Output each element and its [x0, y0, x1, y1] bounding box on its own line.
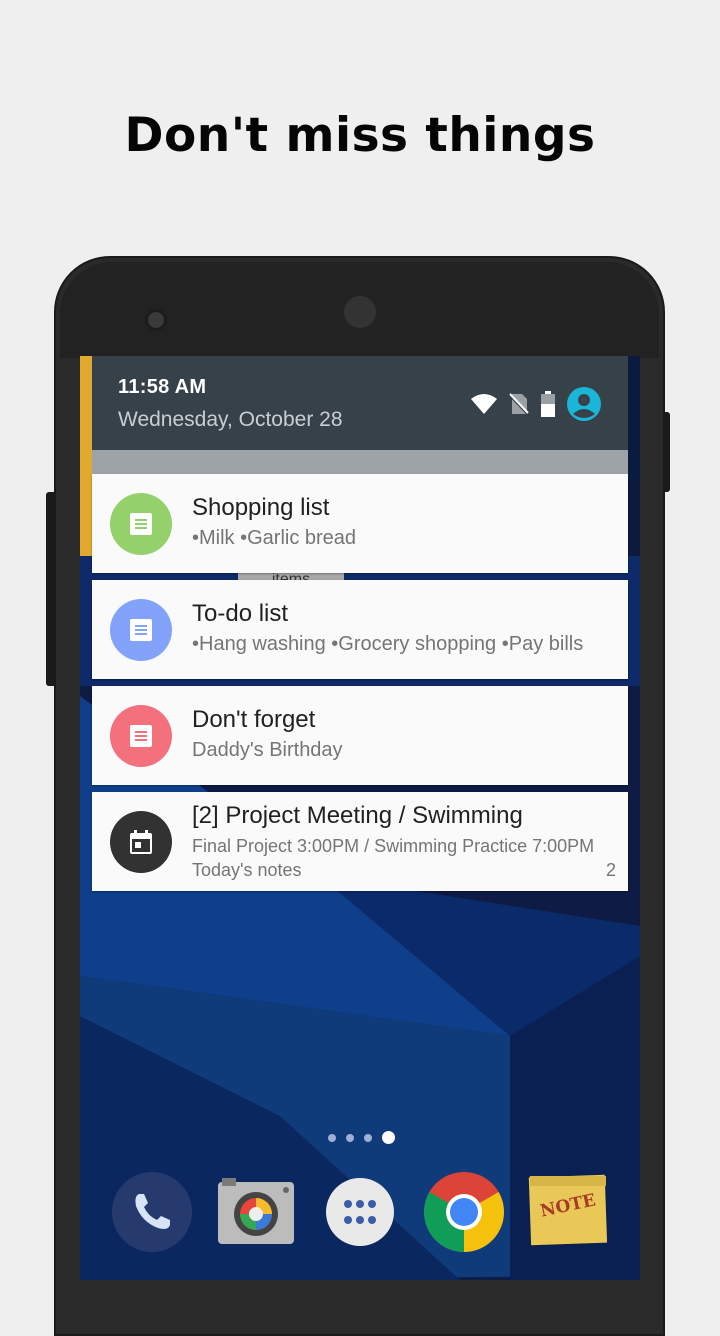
- notification-text: •Milk •Garlic bread: [192, 527, 357, 549]
- page-dot: [346, 1133, 354, 1142]
- page-dot-active: [382, 1131, 395, 1144]
- proximity-sensor: [145, 309, 167, 331]
- page-dot: [328, 1133, 336, 1142]
- status-header: 11:58 AM Wednesday, October 28: [92, 356, 628, 450]
- notification-subtext: Today's notes: [192, 860, 302, 880]
- chrome-icon[interactable]: [424, 1172, 504, 1252]
- page-indicator: [328, 1131, 395, 1144]
- wifi-icon: [470, 393, 498, 420]
- notification-title: [2] Project Meeting / Swimming: [192, 802, 523, 829]
- notification-shopping-list[interactable]: Shopping list •Milk •Garlic bread: [92, 474, 628, 573]
- no-sim-icon: [507, 392, 531, 421]
- front-camera: [344, 296, 376, 328]
- notification-title: Shopping list: [192, 494, 330, 521]
- calendar-icon: [110, 811, 172, 873]
- page-dot: [364, 1133, 372, 1142]
- notification-dont-forget[interactable]: Don't forget Daddy's Birthday: [92, 686, 628, 785]
- note-icon: [110, 599, 172, 661]
- battery-icon: [540, 391, 556, 422]
- note-icon: [110, 705, 172, 767]
- note-app-icon[interactable]: NOTE: [528, 1172, 608, 1252]
- notification-count: 2: [605, 860, 616, 880]
- notification-todays-notes[interactable]: [2] Project Meeting / Swimming Final Pro…: [92, 792, 628, 891]
- notification-todo-list[interactable]: To-do list •Hang washing •Grocery shoppi…: [92, 580, 628, 679]
- status-time: 11:58 AM: [118, 376, 207, 398]
- headline: Don't miss things: [124, 108, 596, 163]
- phone-screen: items 11:58 AM Wednesday, October 28 Sho…: [80, 356, 640, 1280]
- app-drawer-icon[interactable]: [320, 1172, 400, 1252]
- notification-title: Don't forget: [192, 706, 316, 733]
- account-icon[interactable]: [566, 386, 602, 427]
- phone-icon[interactable]: [112, 1172, 192, 1252]
- camera-icon[interactable]: [216, 1172, 296, 1252]
- notification-text: Final Project 3:00PM / Swimming Practice…: [192, 836, 595, 856]
- notification-title: To-do list: [192, 600, 289, 627]
- status-date: Wednesday, October 28: [118, 408, 343, 431]
- note-icon: [110, 493, 172, 555]
- notification-text: •Hang washing •Grocery shopping •Pay bil…: [192, 633, 584, 655]
- notification-text: Daddy's Birthday: [192, 739, 343, 761]
